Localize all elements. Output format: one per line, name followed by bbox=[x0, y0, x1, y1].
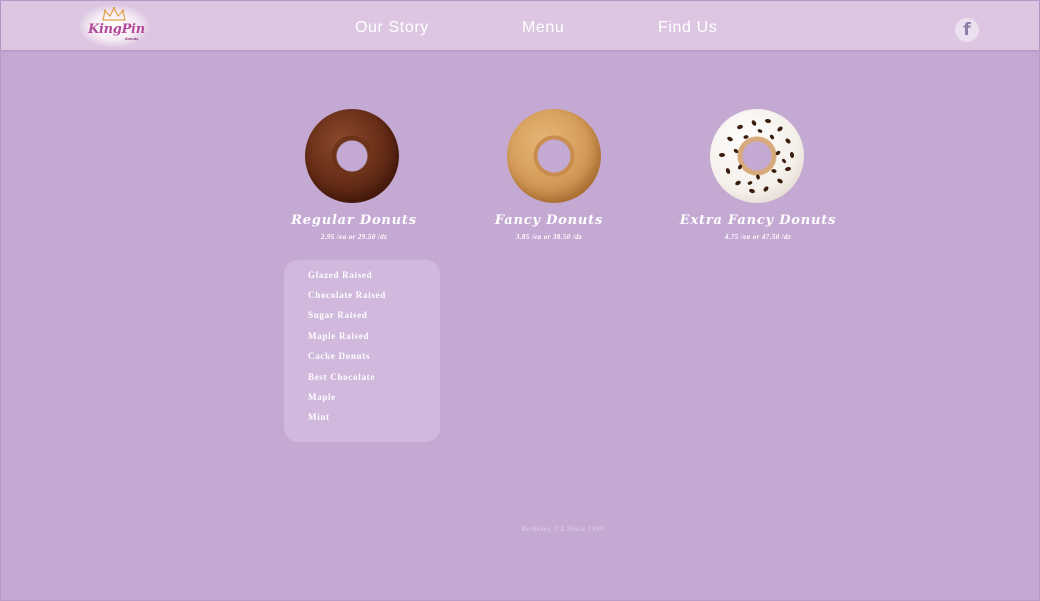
nav-menu[interactable]: Menu bbox=[522, 19, 564, 37]
logo-subtitle: donuts bbox=[125, 36, 139, 41]
category-price-fancy: 3.85 /ea or 38.50 /dz bbox=[515, 233, 583, 241]
regular-donuts-dropdown: Glazed Raised Chocolate Raised Sugar Rai… bbox=[284, 260, 440, 442]
category-price-regular: 2.95 /ea or 29.50 /dz bbox=[320, 233, 388, 241]
nav-find-us[interactable]: Find Us bbox=[658, 19, 717, 37]
dropdown-item-cake-donuts[interactable]: Cacke Donuts bbox=[308, 351, 370, 361]
page-frame bbox=[0, 0, 1040, 601]
dropdown-item-mint[interactable]: Mint bbox=[308, 412, 330, 422]
sprinkles-decoration bbox=[719, 118, 795, 194]
category-title-fancy[interactable]: Fancy Donuts bbox=[469, 213, 629, 228]
dropdown-item-maple[interactable]: Maple bbox=[308, 392, 336, 402]
dropdown-item-sugar-raised[interactable]: Sugar Raised bbox=[308, 310, 368, 320]
nav-our-story[interactable]: Our Story bbox=[355, 19, 429, 37]
chocolate-donut-image[interactable] bbox=[305, 109, 399, 203]
dropdown-item-best-chocolate[interactable]: Best Chocolate bbox=[308, 372, 375, 382]
sprinkle-donut-image[interactable] bbox=[710, 109, 804, 203]
category-title-extra-fancy[interactable]: Extra Fancy Donuts bbox=[678, 213, 838, 228]
logo-wordmark: KingPin bbox=[88, 22, 145, 37]
facebook-glyph: f bbox=[963, 20, 971, 40]
category-price-extra-fancy: 4.75 /ea or 47.50 /dz bbox=[724, 233, 792, 241]
dropdown-item-glazed-raised[interactable]: Glazed Raised bbox=[308, 270, 372, 280]
dropdown-item-maple-raised[interactable]: Maple Raised bbox=[308, 331, 369, 341]
kingpin-logo[interactable]: KingPin donuts bbox=[79, 5, 149, 47]
glazed-donut-image[interactable] bbox=[507, 109, 601, 203]
crown-icon bbox=[102, 7, 126, 21]
facebook-icon[interactable]: f bbox=[955, 18, 979, 42]
category-title-regular[interactable]: Regular Donuts bbox=[274, 213, 434, 228]
footer-location: Berkeley, CA Since 1939 bbox=[521, 525, 604, 533]
dropdown-item-chocolate-raised[interactable]: Chocolate Raised bbox=[308, 290, 386, 300]
site-header: KingPin donuts Our Story Menu Find Us f bbox=[1, 1, 1039, 50]
